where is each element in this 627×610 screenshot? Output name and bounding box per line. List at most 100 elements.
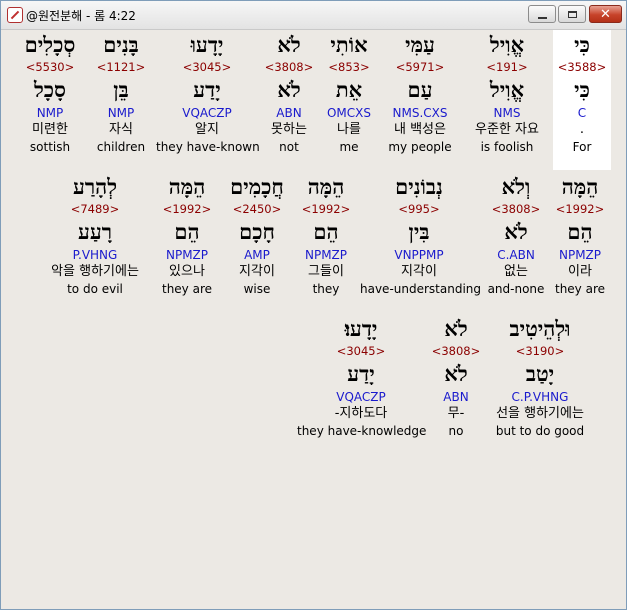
- word-cell[interactable]: כִּי <3588> כִּי C . For: [553, 30, 611, 155]
- strong-number[interactable]: <3045>: [156, 60, 258, 75]
- strong-number[interactable]: <1992>: [297, 202, 355, 217]
- korean-gloss: 무-: [447, 406, 465, 421]
- strong-number[interactable]: <3588>: [553, 60, 611, 75]
- hebrew-word: יָדָעוּ׃: [344, 316, 378, 341]
- hebrew-root: כִּי: [574, 77, 590, 102]
- strong-number[interactable]: <3808>: [260, 60, 318, 75]
- word-cell[interactable]: וְלֹא <3808> לֹא C.ABN 없는 and-none: [485, 172, 547, 297]
- hebrew-root: הֵם: [567, 219, 593, 244]
- word-cell[interactable]: לְהָרַע <7489> רָעַע P.VHNG 악을 행하기에는 to …: [38, 172, 152, 297]
- korean-gloss: 알지: [195, 122, 219, 137]
- english-gloss: no: [448, 424, 464, 438]
- english-gloss: but to do good: [495, 424, 585, 438]
- strong-number[interactable]: <1121>: [92, 60, 150, 75]
- hebrew-root: יָדַע: [347, 361, 375, 386]
- morphology-code: C.ABN: [497, 248, 535, 262]
- morphology-code: OMCXS: [326, 106, 371, 120]
- korean-gloss: 악을 행하기에는: [51, 264, 139, 279]
- word-cell[interactable]: יָדָעוּ׃ <3045> יָדַע VQACZP -지하도다 they …: [297, 314, 427, 439]
- hebrew-root: סָכָל: [33, 77, 67, 102]
- close-button[interactable]: ✕: [589, 5, 622, 23]
- word-cell[interactable]: וּלְהֵיטִיב <3190> יָטַב C.P.VHNG 선을 행하기…: [484, 314, 596, 439]
- morphology-code: NMS.CXS: [392, 106, 448, 120]
- minimize-button[interactable]: [528, 5, 556, 23]
- title-bar[interactable]: @원전분해 - 롬 4:22 ✕: [1, 1, 626, 30]
- word-cell[interactable]: אֱוִיל <191> אֱוִיל NMS 우준한 자요 is foolis…: [467, 30, 547, 155]
- strong-number[interactable]: <7489>: [38, 202, 152, 217]
- word-cell[interactable]: הֵמָּה <1992> הֵם NPMZP 이라 they are: [551, 172, 609, 297]
- morphology-code: C.P.VHNG: [511, 390, 569, 404]
- hebrew-word: סְכָלִים: [24, 32, 76, 57]
- morphology-code: NMP: [36, 106, 64, 120]
- korean-gloss: 미련한: [32, 122, 68, 137]
- morphology-code: VNPPMP: [394, 248, 444, 262]
- english-gloss: wise: [243, 282, 271, 296]
- hebrew-root: רָעַע: [77, 219, 113, 244]
- english-gloss: is foolish: [480, 140, 534, 154]
- word-cell[interactable]: סְכָלִים <5530> סָכָל NMP 미련한 sottish: [14, 30, 86, 155]
- strong-number[interactable]: <5971>: [383, 60, 457, 75]
- window-title: @원전분해 - 롬 4:22: [26, 9, 136, 23]
- app-icon[interactable]: [7, 7, 23, 23]
- hebrew-word: אֱוִיל: [489, 32, 525, 57]
- hebrew-root: בֵּן: [113, 77, 129, 102]
- morphology-code: VQACZP: [182, 106, 232, 120]
- hebrew-word: אוֹתִי: [330, 32, 368, 57]
- strong-number[interactable]: <3190>: [484, 344, 596, 359]
- word-cell[interactable]: עַמִּי <5971> עַם NMS.CXS 내 백성은 my peopl…: [383, 30, 457, 155]
- english-gloss: they have-known: [156, 140, 260, 154]
- english-gloss: they are: [161, 282, 212, 296]
- hebrew-word: כִּי: [574, 32, 590, 57]
- close-icon: ✕: [600, 6, 611, 22]
- strong-number[interactable]: <1992>: [551, 202, 609, 217]
- korean-gloss: 나를: [337, 122, 361, 137]
- strong-number[interactable]: <1992>: [158, 202, 216, 217]
- morphology-code: AMP: [244, 248, 270, 262]
- hebrew-root: לֹא: [444, 361, 468, 386]
- morphology-code: NMP: [107, 106, 135, 120]
- korean-gloss: .: [579, 122, 585, 137]
- interlinear-panel: כִּי <3588> כִּי C . For אֱוִיל <191> אֱ…: [2, 30, 625, 608]
- strong-number[interactable]: <2450>: [220, 202, 294, 217]
- hebrew-root: אֱוִיל: [489, 77, 525, 102]
- word-cell[interactable]: בָּנִים <1121> בֵּן NMP 자식 children: [92, 30, 150, 155]
- hebrew-word: לֹא: [277, 32, 301, 57]
- korean-gloss: 내 백성은: [394, 122, 446, 137]
- korean-gloss: 자식: [109, 122, 133, 137]
- hebrew-word: וְלֹא: [501, 174, 531, 199]
- strong-number[interactable]: <5530>: [14, 60, 86, 75]
- english-gloss: they: [312, 282, 340, 296]
- hebrew-word: הֵמָּה: [307, 174, 345, 199]
- strong-number[interactable]: <191>: [467, 60, 547, 75]
- hebrew-root: לֹא: [277, 77, 301, 102]
- english-gloss: they have-knowledge: [297, 424, 427, 438]
- word-cell[interactable]: אוֹתִי <853> אֵת OMCXS 나를 me: [320, 30, 378, 155]
- english-gloss: and-none: [487, 282, 545, 296]
- hebrew-word: חֲכָמִים: [230, 174, 284, 199]
- korean-gloss: 선을 행하기에는: [496, 406, 584, 421]
- maximize-button[interactable]: [558, 5, 586, 23]
- strong-number[interactable]: <853>: [320, 60, 378, 75]
- hebrew-root: הֵם: [313, 219, 339, 244]
- word-cell[interactable]: יָדָעוּ <3045> יָדַע VQACZP 알지 they have…: [156, 30, 260, 155]
- hebrew-word: נְבוֹנִים: [395, 174, 443, 199]
- hebrew-root: הֵם: [174, 219, 200, 244]
- english-gloss: children: [96, 140, 146, 154]
- morphology-code: C: [577, 106, 587, 120]
- word-cell[interactable]: נְבוֹנִים <995> בִּין VNPPMP 지각이 have-un…: [360, 172, 481, 297]
- korean-gloss: -지하도다: [334, 406, 388, 421]
- strong-number[interactable]: <3045>: [297, 344, 425, 359]
- minimize-icon: [537, 16, 547, 19]
- word-cell[interactable]: לֹא <3808> לֹא ABN 무- no: [428, 314, 484, 439]
- strong-number[interactable]: <3808>: [485, 202, 547, 217]
- hebrew-root: אֵת: [335, 77, 363, 102]
- word-cell[interactable]: הֵמָּה <1992> הֵם NPMZP 있으나 they are: [158, 172, 216, 297]
- word-cell[interactable]: חֲכָמִים <2450> חָכָם AMP 지각이 wise: [220, 172, 294, 297]
- word-cell[interactable]: הֵמָּה <1992> הֵם NPMZP 그들이 they: [297, 172, 355, 297]
- korean-gloss: 지각이: [239, 264, 275, 279]
- english-gloss: to do evil: [67, 282, 123, 296]
- strong-number[interactable]: <3808>: [428, 344, 484, 359]
- word-cell[interactable]: לֹא <3808> לֹא ABN 못하는 not: [260, 30, 318, 155]
- hebrew-root: בִּין: [408, 219, 430, 244]
- strong-number[interactable]: <995>: [360, 202, 478, 217]
